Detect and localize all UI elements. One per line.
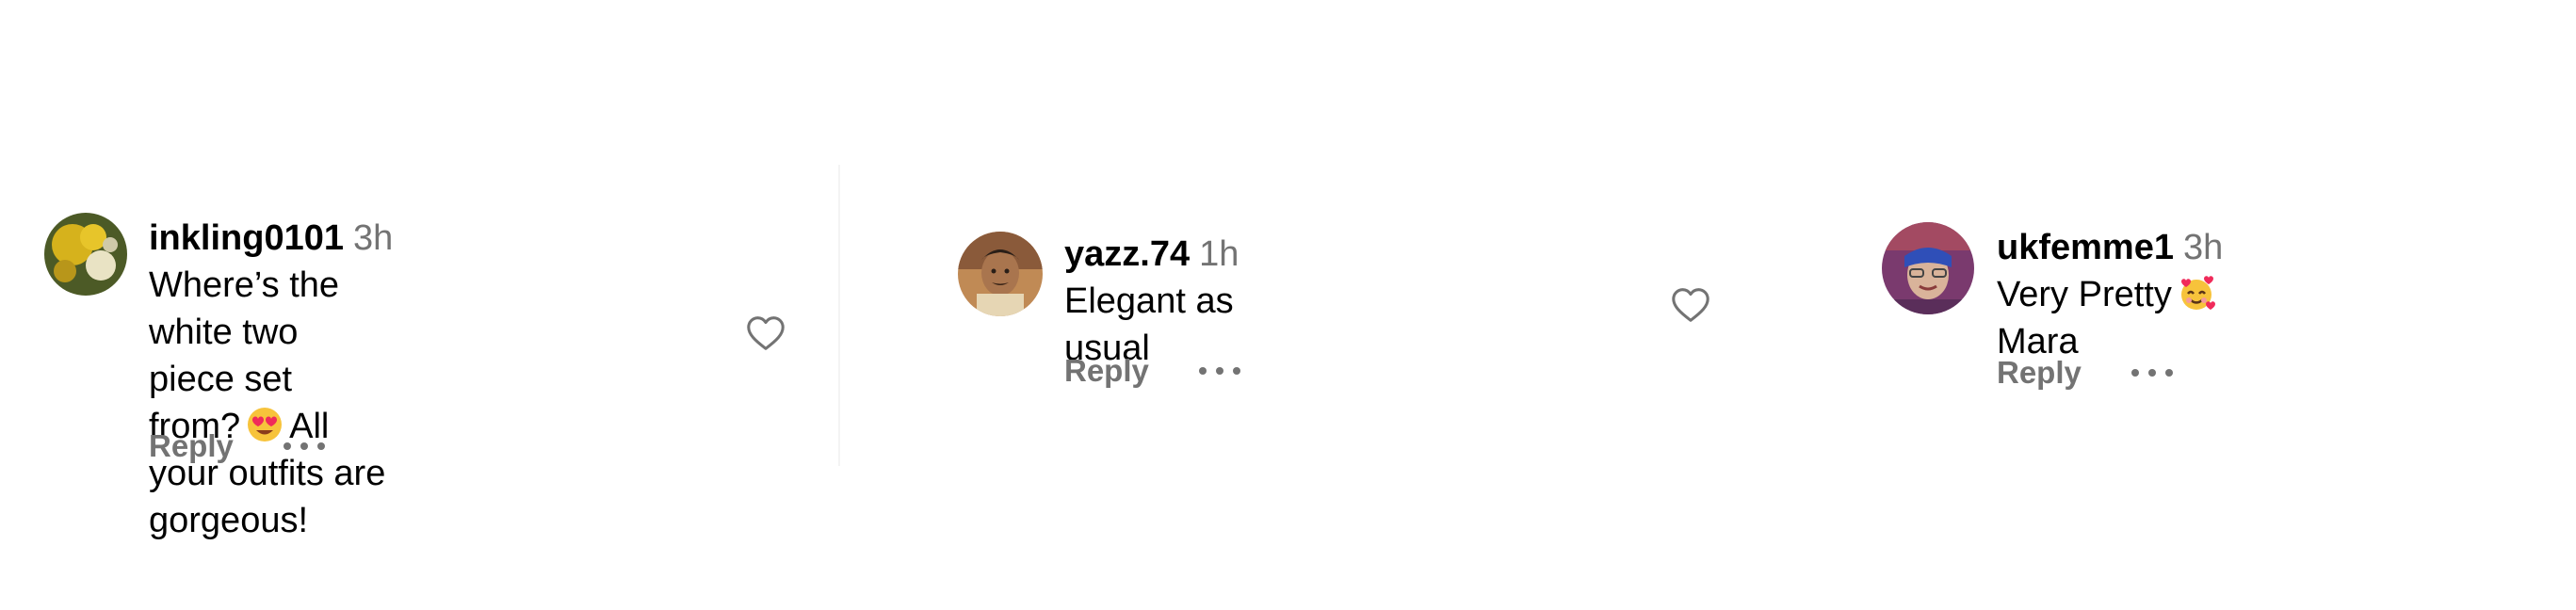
comment-actions: Reply (1064, 350, 1241, 392)
timestamp[interactable]: 3h (2183, 228, 2223, 267)
timestamp[interactable]: 1h (1199, 234, 1239, 274)
comment-text-segment: Very Pretty (1997, 275, 2172, 314)
comment-header: inkling0101 3h (149, 215, 393, 262)
comment-text-line: Where’s the white two piece set (149, 265, 340, 399)
like-heart-icon[interactable] (1669, 283, 1712, 327)
avatar[interactable] (958, 232, 1043, 316)
comment-text: Very Pretty Mara (1997, 271, 2223, 365)
smiling-face-with-hearts-icon (2178, 274, 2215, 312)
avatar[interactable] (1882, 222, 1974, 314)
comment-actions: Reply (1997, 352, 2174, 393)
reply-button[interactable]: Reply (1064, 353, 1149, 389)
reply-button[interactable]: Reply (1997, 355, 2082, 391)
more-options-icon[interactable] (1198, 357, 1241, 385)
timestamp[interactable]: 3h (353, 218, 393, 258)
avatar[interactable] (44, 213, 127, 296)
column-divider (838, 165, 840, 466)
username[interactable]: ukfemme1 (1997, 228, 2174, 267)
like-heart-icon[interactable] (744, 312, 787, 355)
reply-button[interactable]: Reply (149, 428, 234, 464)
username[interactable]: inkling0101 (149, 218, 344, 258)
more-options-icon[interactable] (283, 432, 326, 460)
comment-header: yazz.74 1h (1064, 231, 1239, 278)
comment-text-line: gorgeous! (149, 501, 309, 540)
more-options-icon[interactable] (2130, 359, 2174, 387)
comment-actions: Reply (149, 425, 326, 467)
comment-text: Where’s the white two piece set from? All… (149, 262, 393, 544)
username[interactable]: yazz.74 (1064, 234, 1190, 274)
comment-header: ukfemme1 3h (1997, 224, 2223, 271)
